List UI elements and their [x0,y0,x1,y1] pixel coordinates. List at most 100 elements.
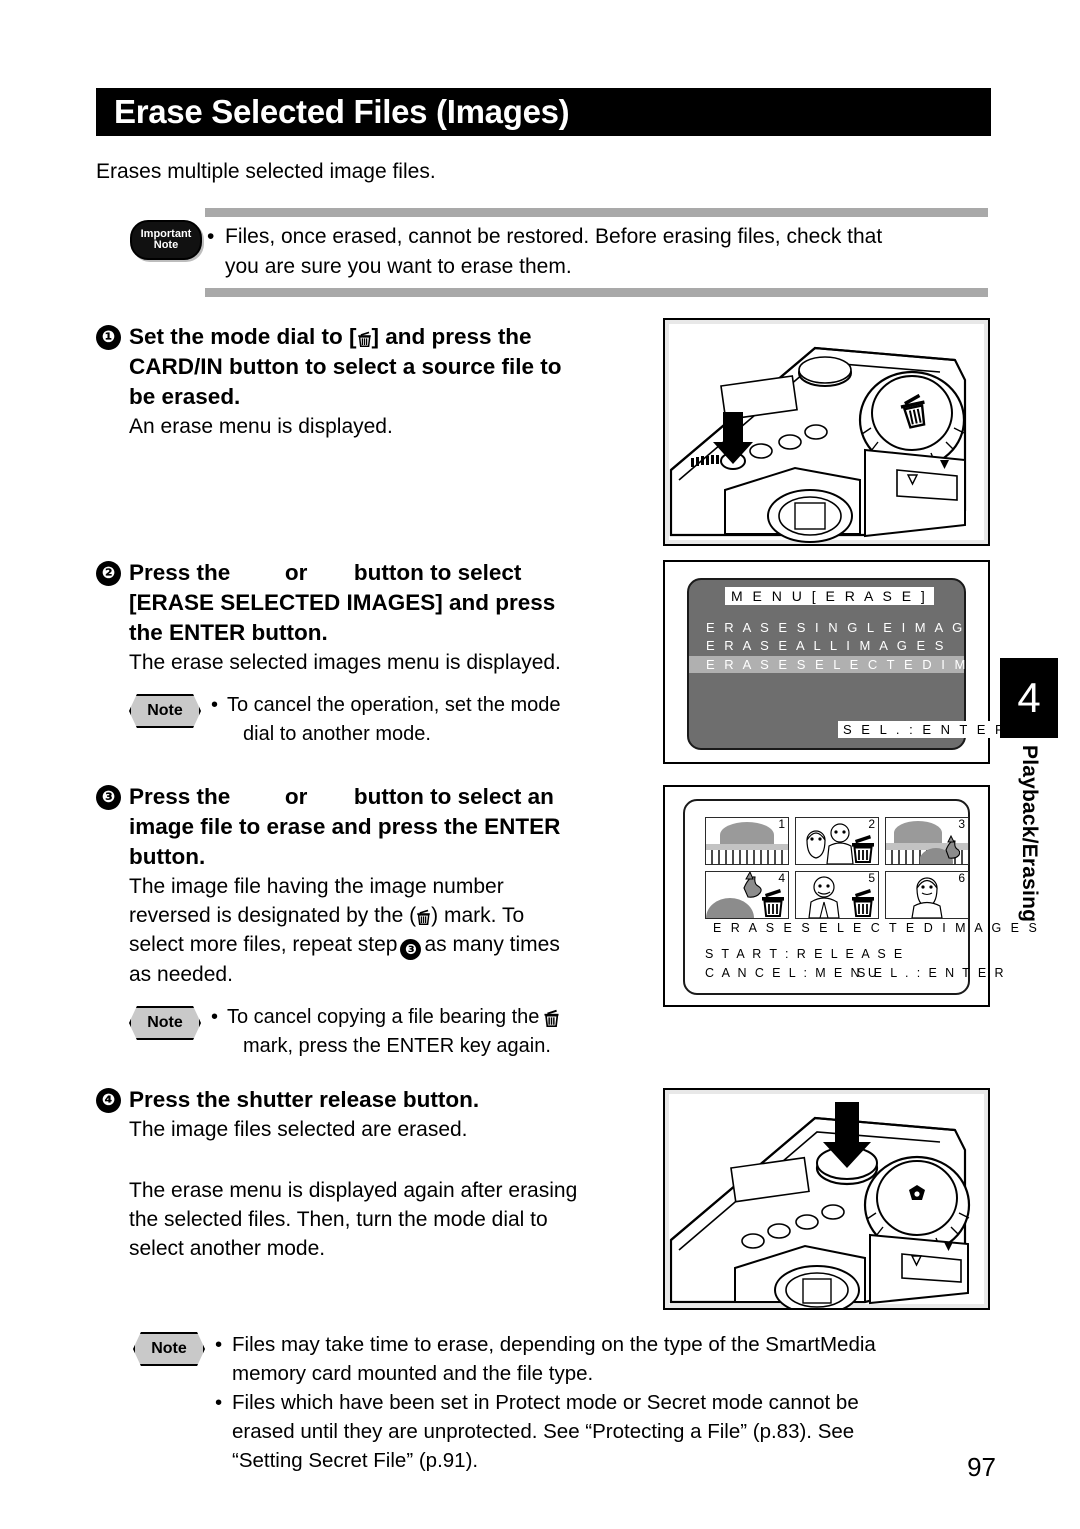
step-2-note: Note • To cancel the operation, set the … [129,691,641,749]
important-note-rule-top [205,208,988,217]
figure-camera-shutter [663,1088,990,1310]
step-1-subtext: An erase menu is displayed. [129,415,393,438]
thumbnail-6-number: 6 [957,871,966,885]
bottom-note-item: • Files which have been set in Protect m… [215,1388,990,1475]
menu-item-erase-selected-images[interactable]: E R A S E S E L E C T E D I M A G E S [706,657,1041,672]
step-1-heading-line2: CARD/IN button to select a source file t… [129,354,562,379]
bullet: • [211,1006,219,1028]
step-1-heading: ❶ Set the mode dial to [] and press the … [96,322,641,412]
camera-shutter-illustration [665,1090,988,1308]
important-note-line-1: Files, once erased, cannot be restored. … [225,225,883,248]
step-2-subtext: The erase selected images menu is displa… [129,651,561,674]
step-4-subtext: The image files selected are erased. [129,1118,468,1141]
step-3-sub-line2b: ) mark. To [431,904,525,927]
lcd-screen: M E N U [ E R A S E ] E R A S E S I N G … [687,578,1038,750]
step-4-para-line2: the selected files. Then, turn the mode … [129,1208,548,1231]
bottom-note-2-line3: “Setting Secret File” (p.91). [232,1449,479,1472]
step-3-note: Note • To cancel copying a file bearing … [129,1003,641,1061]
thumbnail-screen-footer-line2b: S E L . : E N T E R [857,966,1006,980]
step-3-sub-line3b: as many times [424,933,560,956]
bullet: • [215,1391,223,1414]
thumbnail-screen-footer-line1: S T A R T : R E L E A S E [705,947,905,961]
page-title: Erase Selected Files (Images) [114,93,570,130]
bottom-note-item: • Files may take time to erase, dependin… [215,1330,990,1388]
thumbnail-1-number: 1 [777,817,786,831]
step-3-number: ❸ [96,785,121,810]
chapter-tab-number: 4 [1017,674,1041,721]
step-2-note-line2: dial to another mode. [243,723,431,745]
step-3-heading: ❸ Press the or button to select an image… [96,782,641,872]
figure-erase-menu: M E N U [ E R A S E ] E R A S E S I N G … [663,560,1038,764]
step-2-heading-line1b: or [284,560,308,585]
step-3-ref-number: ❸ [400,939,422,960]
step-3-note-line2: mark, press the ENTER key again. [243,1035,551,1057]
important-note-badge: Important Note [130,220,202,260]
thumbnail-1[interactable]: 1 [705,817,789,865]
trash-icon [357,331,371,347]
thumbnail-2[interactable]: 2 [795,817,879,865]
thumbnail-4-number: 4 [777,871,786,885]
step-1-number: ❶ [96,325,121,350]
bottom-note-1-line1: Files may take time to erase, depending … [232,1333,876,1356]
trash-icon [544,1009,559,1027]
step-2-note-line1: To cancel the operation, set the mode [227,694,561,716]
camera-top-illustration [665,320,988,544]
step-1-heading-line1b: ] and press the [371,324,532,349]
chapter-tab-label: Playback/Erasing [1018,745,1041,923]
trash-icon [852,889,874,917]
bottom-note-2-line2: erased until they are unprotected. See “… [232,1420,855,1443]
thumbnail-6[interactable]: 6 [885,871,969,919]
step-4-heading-text: Press the shutter release button. [129,1087,480,1112]
thumbnail-5-number: 5 [867,871,876,885]
menu-item-erase-single-image[interactable]: E R A S E S I N G L E I M A G E [706,620,983,635]
lcd-screen: 1 2 3 4 5 6 E R A S E S E L E C T E D I … [683,799,1037,995]
bottom-note-list: • Files may take time to erase, dependin… [215,1330,990,1475]
step-4-number: ❹ [96,1088,121,1113]
step-1-heading-line3: be erased. [129,384,241,409]
step-2-heading-line1c: button to select [353,560,522,585]
step-3-note-line1: To cancel copying a file bearing the [227,1003,641,1032]
step-1: ❶ Set the mode dial to [] and press the … [96,322,641,441]
thumbnail-4[interactable]: 4 [705,871,789,919]
important-note-rule-bottom [205,288,988,297]
menu-item-erase-all-images[interactable]: E R A S E A L L I M A G E S [706,638,946,653]
figure-thumbnail-screen: 1 2 3 4 5 6 E R A S E S E L E C T E D I … [663,785,1037,1007]
step-2-number: ❷ [96,561,121,586]
step-3-heading-line1b: or [284,784,308,809]
step-3-heading-line1a: Press the [129,784,231,809]
thumbnail-3-number: 3 [957,817,966,831]
step-3-sub-line4: as needed. [129,963,233,986]
step-4-para-line3: select another mode. [129,1237,326,1260]
step-2-heading-line1a: Press the [129,560,231,585]
step-3-heading-line3: button. [129,844,206,869]
step-4-paragraph: The erase menu is displayed again after … [129,1176,641,1263]
trash-icon [852,835,874,863]
step-3: ❸ Press the or button to select an image… [96,782,641,1061]
step-3-heading-line2: image file to erase and press the ENTER [129,814,561,839]
trash-icon [762,889,784,917]
intro-text: Erases multiple selected image files. [96,160,436,183]
step-2: ❷ Press the or button to select [ERASE S… [96,558,641,749]
page-number: 97 [967,1452,996,1482]
step-1-heading-line1a: Set the mode dial to [ [129,324,357,349]
trash-icon [417,909,430,925]
bullet: • [207,225,215,248]
thumbnail-3[interactable]: 3 [885,817,969,865]
step-3-subtext: The image file having the image number r… [129,872,641,989]
dog-art [920,834,960,864]
menu-title: M E N U [ E R A S E ] [725,587,934,605]
important-note-line-2: you are sure you want to erase them. [225,255,572,278]
chapter-tab-label-wrap: Playback/Erasing [1000,745,1058,985]
step-3-note-line1-text: To cancel copying a file bearing the [227,1006,540,1028]
thumbnail-5[interactable]: 5 [795,871,879,919]
note-badge: Note [129,1006,201,1040]
step-4-para-line1: The erase menu is displayed again after … [129,1179,578,1202]
bottom-note-badge: Note [133,1332,205,1366]
menu-footer-sel-enter: S E L . : E N T E R [838,721,1013,738]
page-title-banner: Erase Selected Files (Images) [96,88,991,136]
step-3-sub-line1: The image file having the image number [129,875,504,898]
thumbnail-6-art [886,872,968,918]
step-2-heading-line2: [ERASE SELECTED IMAGES] and press [129,590,556,615]
bottom-note-1-line2: memory card mounted and the file type. [232,1362,594,1385]
bullet: • [211,694,219,716]
